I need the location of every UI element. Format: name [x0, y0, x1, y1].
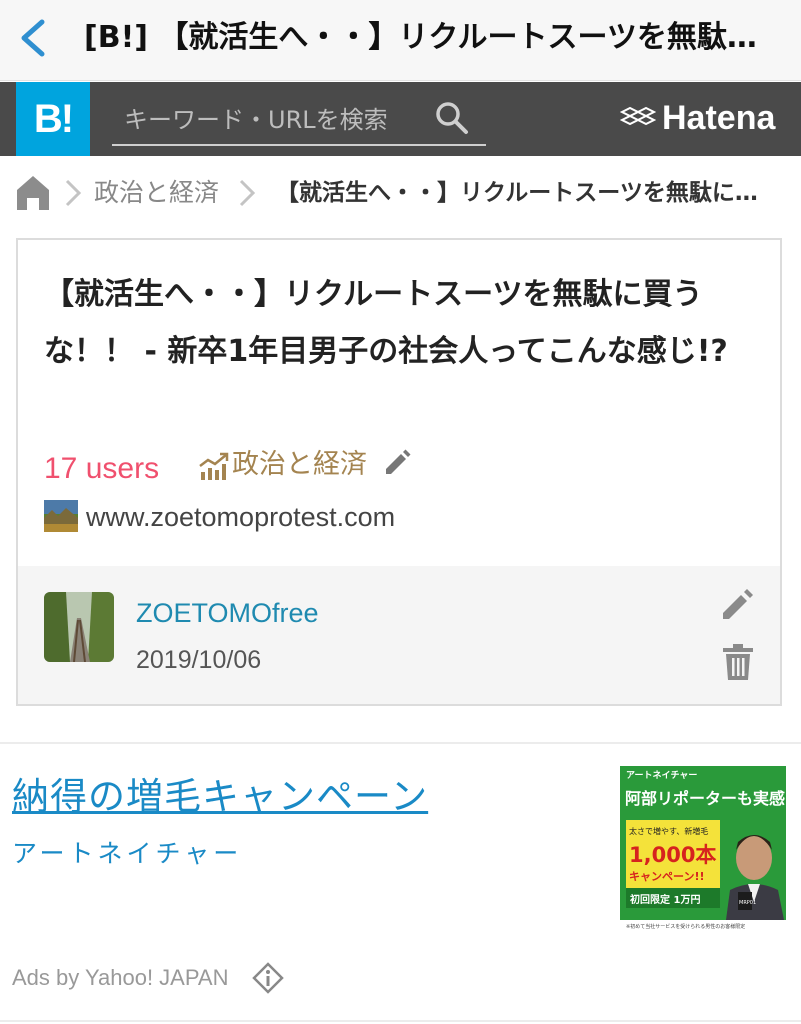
site-domain-link[interactable]: www.zoetomoprotest.com	[86, 496, 395, 538]
back-chevron-icon[interactable]	[14, 16, 54, 60]
hatena-brand-logo[interactable]: Hatena	[620, 96, 775, 140]
breadcrumb-chevron-icon	[238, 178, 256, 208]
ad-banner-image[interactable]: アートネイチャー 阿部リポーターも実感! 太さで増やす、新増毛 1,000本 キ…	[620, 766, 792, 932]
site-favicon	[44, 500, 78, 532]
home-icon[interactable]	[16, 174, 50, 210]
ad-sponsor[interactable]: アートネイチャー	[12, 834, 242, 874]
entry-category-link[interactable]: 政治と経済	[232, 444, 367, 486]
ad-banner-headline: 阿部リポーターも実感!	[625, 789, 786, 808]
ad-banner-line1: 太さで増やす、新増毛	[629, 826, 708, 836]
hatena-brand-text: Hatena	[662, 98, 776, 137]
hatena-bookmark-logo[interactable]: B!	[16, 82, 90, 156]
ad-info-icon[interactable]	[252, 962, 284, 994]
search-icon[interactable]	[434, 100, 470, 136]
ad-banner-note: ※初めて当社サービスを受けられる男性のお客様限定	[626, 923, 745, 930]
entry-title[interactable]: 【就活生へ・・】リクルートスーツを無駄に買うな！！ - 新卒1年目男子の社会人っ…	[44, 266, 750, 380]
edit-pencil-icon[interactable]	[382, 448, 412, 478]
hatena-mark-icon	[620, 106, 656, 126]
bookmark-date: 2019/10/06	[136, 646, 262, 674]
ad-banner-campaign: キャンペーン!!	[629, 870, 704, 883]
edit-pencil-icon[interactable]	[720, 588, 754, 622]
ad-banner-brand: アートネイチャー	[626, 770, 697, 781]
search-input[interactable]	[112, 96, 486, 146]
ads-credit: Ads by Yahoo! JAPAN	[12, 965, 229, 990]
user-avatar[interactable]	[44, 592, 114, 662]
bookmark-users-count[interactable]: 17 users	[44, 448, 159, 490]
ad-banner-big: 1,000本	[629, 843, 716, 867]
ad-title-link[interactable]: 納得の増毛キャンペーン	[12, 770, 428, 824]
ad-banner-price: 初回限定 1万円	[630, 893, 700, 906]
breadcrumb-chevron-icon	[64, 178, 82, 208]
section-divider	[0, 1020, 801, 1022]
delete-trash-icon[interactable]	[722, 644, 754, 680]
page-title: [B!] 【就活生へ・・】リクルートスーツを無駄に買うな！！ - 新卒1年目男子…	[84, 20, 784, 55]
breadcrumb-category[interactable]: 政治と経済	[94, 174, 219, 212]
section-divider	[0, 742, 801, 744]
bookmark-comment-area	[18, 566, 780, 704]
ad-banner-mic: MRP01	[739, 900, 756, 906]
breadcrumb-current: 【就活生へ・・】リクルートスーツを無駄に買うな！！ - 新卒1年目男子の社会人っ…	[276, 180, 771, 206]
bookmark-username[interactable]: ZOETOMOfree	[136, 592, 319, 634]
trend-chart-icon	[198, 450, 230, 482]
